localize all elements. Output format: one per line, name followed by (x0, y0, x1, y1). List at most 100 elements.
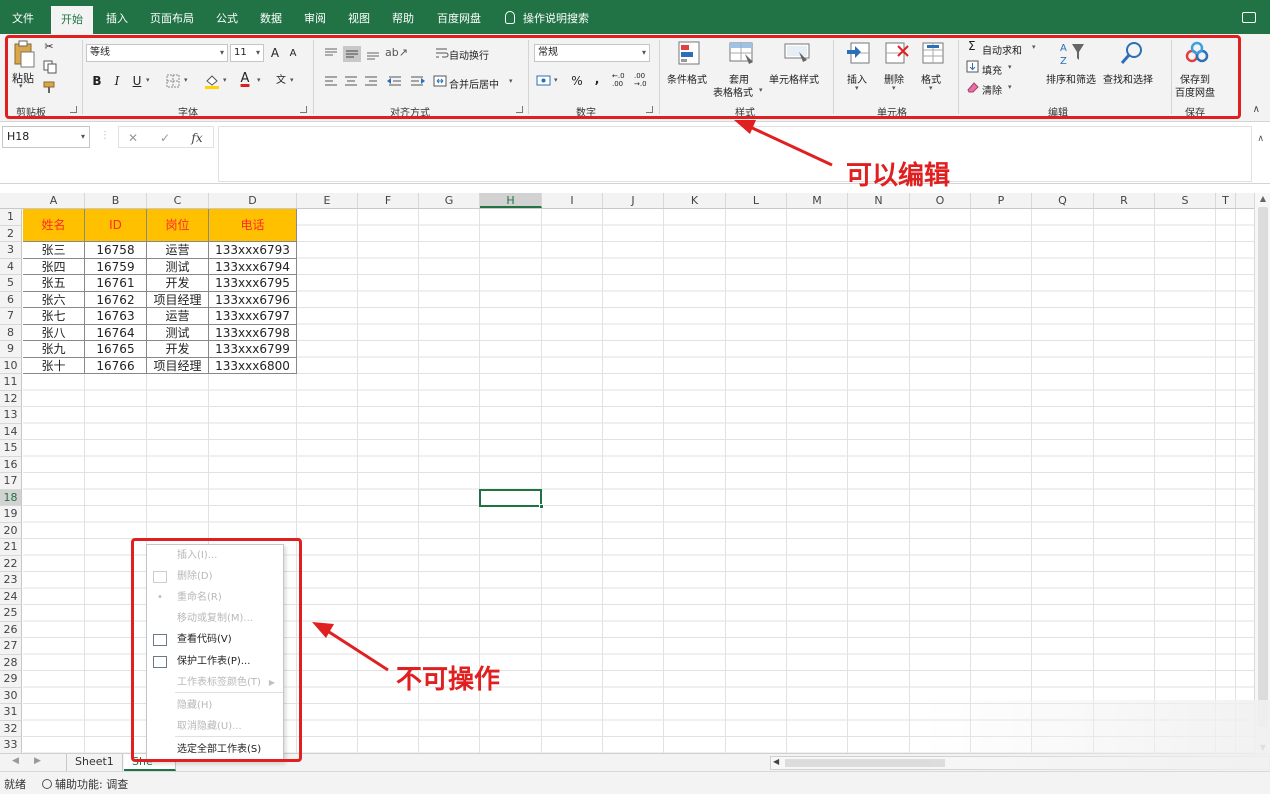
chevron-down-icon[interactable]: ▾ (509, 77, 513, 85)
tab-help[interactable]: 帮助 (392, 0, 414, 34)
sheet-tab-sheet1[interactable]: Sheet1 (66, 754, 123, 771)
row-header-17[interactable]: 17 (0, 473, 21, 490)
context-menu-item[interactable]: 选定全部工作表(S) (147, 740, 283, 760)
table-cell[interactable]: 开发 (147, 275, 209, 292)
column-header-a[interactable]: A (23, 193, 85, 208)
table-cell[interactable]: 开发 (147, 341, 209, 358)
row-header-31[interactable]: 31 (0, 704, 21, 721)
row-header-12[interactable]: 12 (0, 391, 21, 407)
column-header-c[interactable]: C (147, 193, 209, 208)
name-box[interactable]: H18 ▾ (2, 126, 90, 148)
chevron-down-icon[interactable]: ▾ (759, 86, 763, 94)
table-header-cell[interactable]: 岗位 (147, 209, 209, 242)
insert-function-button[interactable]: fx (187, 129, 207, 147)
column-header-i[interactable]: I (542, 193, 603, 208)
underline-button[interactable]: U (128, 72, 146, 90)
paste-button[interactable]: 粘贴 (12, 70, 34, 86)
table-cell[interactable]: 16765 (85, 341, 147, 358)
context-menu-item[interactable]: 查看代码(V) (147, 630, 283, 650)
table-cell[interactable]: 133xxx6793 (209, 242, 297, 259)
tab-file[interactable]: 文件 (12, 0, 34, 34)
table-cell[interactable]: 张四 (23, 258, 85, 275)
font-color-button[interactable]: A (236, 70, 254, 88)
column-header-s[interactable]: S (1155, 193, 1216, 208)
table-cell[interactable]: 张七 (23, 308, 85, 325)
table-header-cell[interactable]: ID (85, 209, 147, 242)
sort-filter-button[interactable]: 排序和筛选 (1046, 71, 1096, 86)
row-header-28[interactable]: 28 (0, 655, 21, 671)
table-cell[interactable]: 张六 (23, 291, 85, 308)
context-menu-item[interactable]: 保护工作表(P)... (147, 652, 283, 672)
row-header-1[interactable]: 1 (0, 209, 21, 226)
table-cell[interactable]: 16758 (85, 242, 147, 259)
decrease-decimal-button[interactable]: .00 →.0 (634, 72, 654, 88)
accessibility-status[interactable]: 辅助功能: 调查 (42, 776, 128, 792)
next-sheet-icon[interactable]: ▶ (34, 756, 41, 766)
table-cell[interactable]: 测试 (147, 324, 209, 341)
chevron-down-icon[interactable]: ▾ (554, 76, 558, 84)
chevron-down-icon[interactable]: ▾ (855, 84, 859, 92)
row-header-6[interactable]: 6 (0, 292, 21, 308)
row-header-18[interactable]: 18 (0, 489, 21, 506)
comments-icon[interactable] (1242, 12, 1256, 23)
increase-decimal-button[interactable]: ←.0 .00 (612, 72, 632, 88)
column-header-o[interactable]: O (910, 193, 971, 208)
column-header-n[interactable]: N (848, 193, 910, 208)
number-launcher-icon[interactable] (646, 106, 653, 113)
column-header-r[interactable]: R (1094, 193, 1155, 208)
scroll-thumb[interactable] (1258, 207, 1268, 727)
find-select-button[interactable]: 查找和选择 (1103, 71, 1153, 86)
column-header-k[interactable]: K (664, 193, 726, 208)
row-header-16[interactable]: 16 (0, 457, 21, 473)
prev-sheet-icon[interactable]: ◀ (12, 756, 19, 766)
autosum-button[interactable]: 自动求和 (982, 42, 1022, 57)
borders-icon[interactable] (166, 74, 180, 88)
fill-handle[interactable] (539, 504, 544, 509)
fill-color-icon[interactable] (204, 73, 220, 89)
format-as-table-line2[interactable]: 表格格式 (713, 84, 753, 99)
table-cell[interactable]: 16762 (85, 291, 147, 308)
row-header-25[interactable]: 25 (0, 605, 21, 622)
row-header-2[interactable]: 2 (0, 226, 21, 242)
chevron-down-icon[interactable]: ▾ (290, 76, 294, 84)
chevron-down-icon[interactable]: ▾ (146, 76, 150, 84)
vertical-scrollbar[interactable]: ▲ ▼ (1254, 193, 1270, 753)
chevron-down-icon[interactable]: ▾ (1032, 43, 1036, 51)
row-header-21[interactable]: 21 (0, 539, 21, 556)
conditional-formatting-button[interactable]: 条件格式 (667, 71, 707, 86)
table-cell[interactable]: 16764 (85, 324, 147, 341)
merge-center-button[interactable]: 合并后居中 (449, 76, 499, 91)
cut-icon[interactable]: ✂ (40, 38, 58, 56)
row-header-20[interactable]: 20 (0, 523, 21, 539)
column-header-f[interactable]: F (358, 193, 419, 208)
table-cell[interactable]: 16761 (85, 275, 147, 292)
row-header-14[interactable]: 14 (0, 424, 21, 440)
table-cell[interactable]: 运营 (147, 242, 209, 259)
chevron-down-icon[interactable]: ▾ (184, 76, 188, 84)
row-header-3[interactable]: 3 (0, 242, 21, 259)
font-size-combo[interactable]: 11 ▾ (230, 44, 264, 62)
table-cell[interactable]: 16759 (85, 258, 147, 275)
table-cell[interactable]: 133xxx6799 (209, 341, 297, 358)
row-header-22[interactable]: 22 (0, 556, 21, 572)
table-cell[interactable]: 测试 (147, 258, 209, 275)
chevron-down-icon[interactable]: ▾ (223, 76, 227, 84)
formula-input[interactable] (218, 126, 1252, 182)
horizontal-align-icons[interactable] (323, 74, 433, 90)
tab-review[interactable]: 审阅 (304, 0, 326, 34)
comma-button[interactable]: , (588, 70, 606, 88)
table-cell[interactable]: 133xxx6794 (209, 258, 297, 275)
row-header-13[interactable]: 13 (0, 407, 21, 424)
row-header-7[interactable]: 7 (0, 308, 21, 325)
row-header-10[interactable]: 10 (0, 358, 21, 374)
cell-styles-button[interactable]: 单元格样式 (769, 71, 819, 86)
active-cell[interactable] (479, 488, 542, 507)
column-header-t[interactable]: T (1216, 193, 1236, 208)
number-format-combo[interactable]: 常规 ▾ (534, 44, 650, 62)
fill-button[interactable]: 填充 (982, 62, 1002, 77)
tab-formulas[interactable]: 公式 (216, 0, 238, 34)
column-header-l[interactable]: L (726, 193, 787, 208)
row-header-27[interactable]: 27 (0, 638, 21, 655)
table-cell[interactable]: 133xxx6800 (209, 357, 297, 374)
row-header-11[interactable]: 11 (0, 374, 21, 391)
